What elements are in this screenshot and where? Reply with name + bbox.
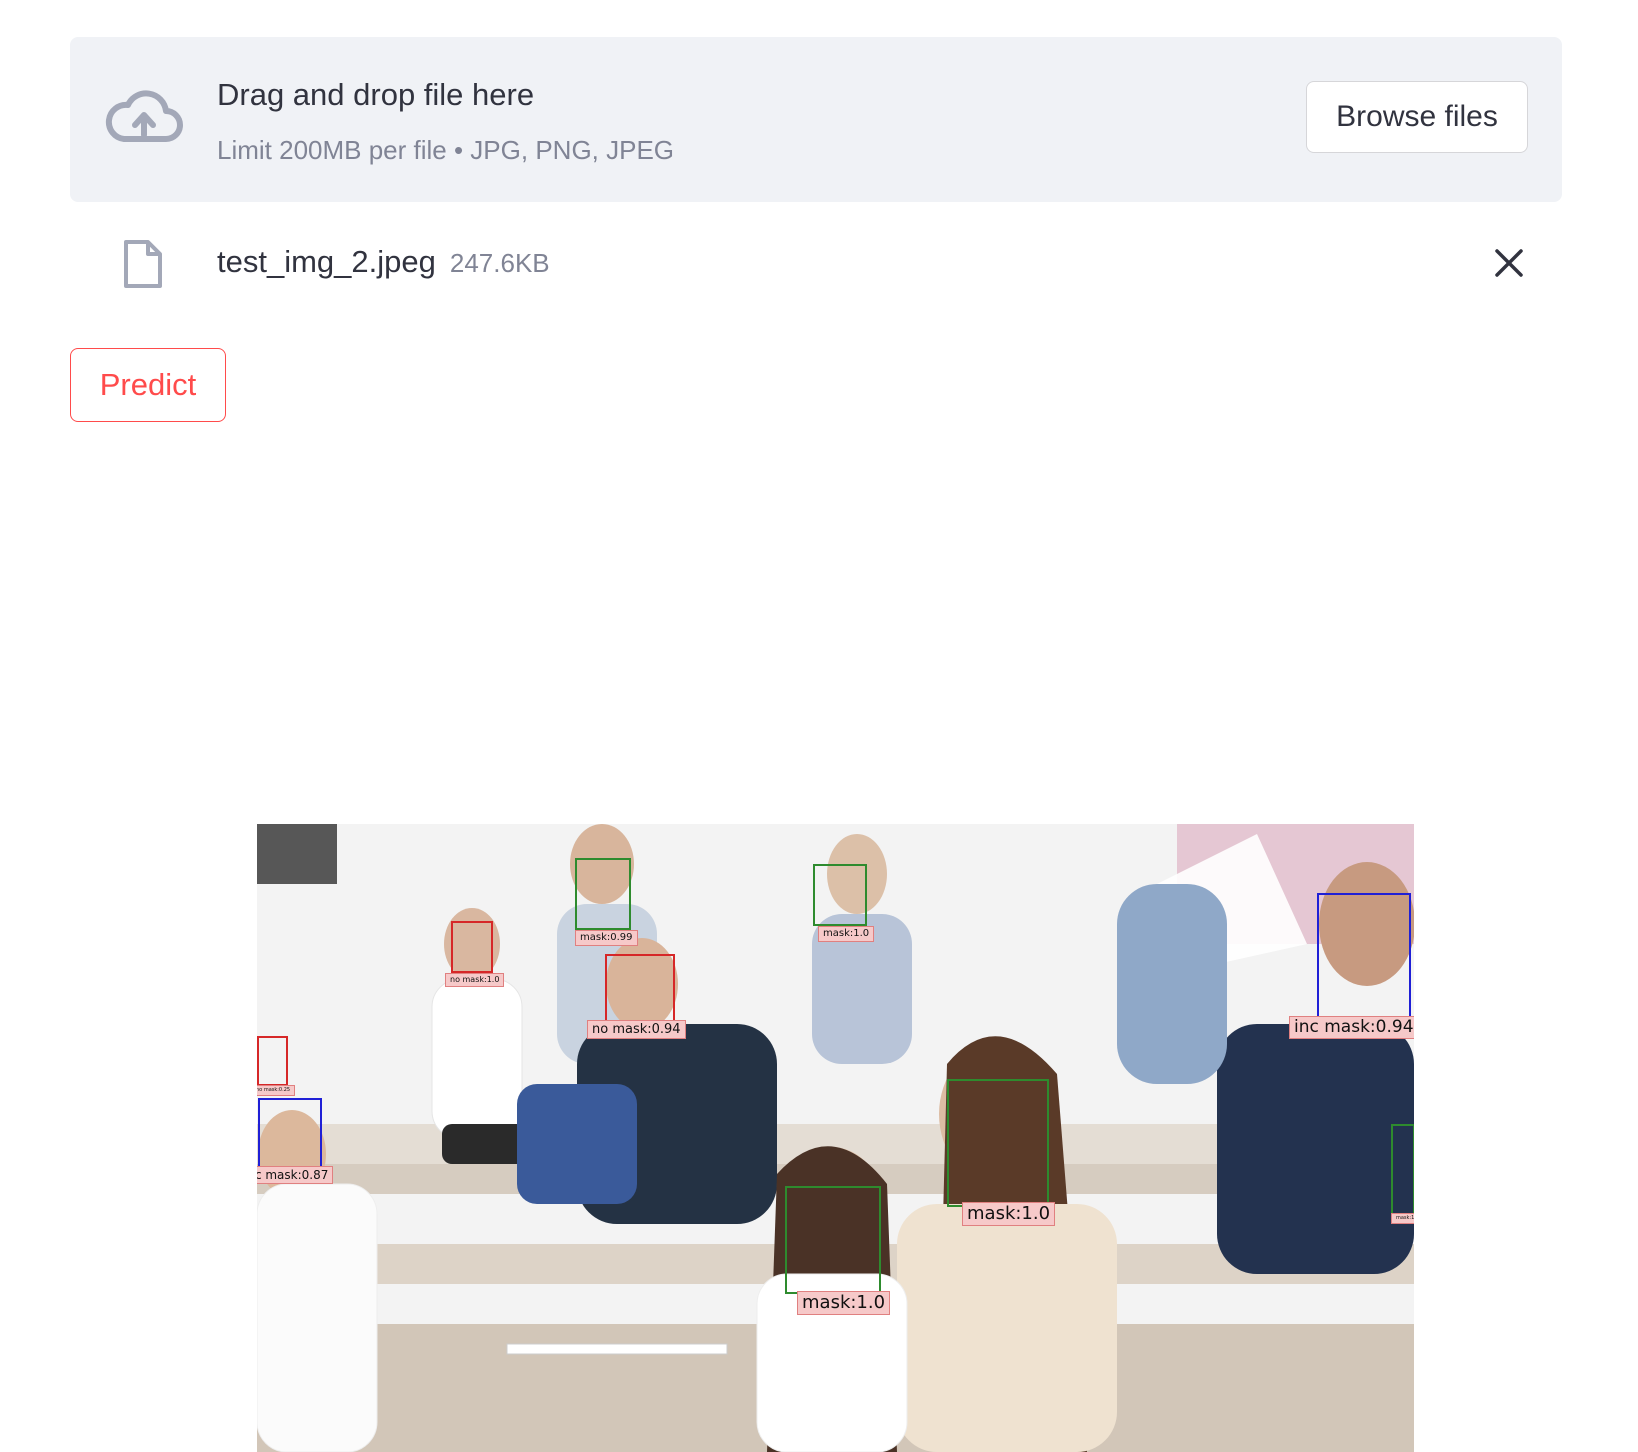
detection-box [1391, 1124, 1414, 1216]
detection-label: inc mask:0.94 [1289, 1016, 1414, 1039]
detection-box [575, 858, 631, 930]
file-name-text: test_img_2.jpeg [217, 244, 436, 279]
detection-box [257, 1036, 288, 1086]
prediction-result-image: mask:0.99 mask:1.0 no mask:1.0 no mask:0… [257, 824, 1414, 1452]
cloud-upload-icon [105, 90, 183, 142]
file-size: 247.6KB [449, 248, 550, 278]
detection-box [1317, 893, 1411, 1019]
detection-label: no mask:0.94 [587, 1020, 686, 1039]
detection-label: mask:1.0 [818, 926, 875, 942]
detection-box [451, 921, 493, 973]
dropzone-limits: Limit 200MB per file • JPG, PNG, JPEG [217, 135, 675, 165]
detection-label: mask:1.0 [962, 1202, 1056, 1226]
file-icon [124, 240, 162, 288]
detection-box [258, 1098, 322, 1168]
close-icon[interactable] [1488, 242, 1530, 284]
detection-box [605, 954, 675, 1024]
browse-files-button[interactable]: Browse files [1306, 81, 1528, 153]
detection-label: mask:0.99 [575, 930, 638, 946]
detection-label: no mask:1.0 [445, 973, 505, 987]
detection-label: inc mask:0.87 [257, 1166, 334, 1184]
detection-label: no mask:0.25 [257, 1085, 296, 1096]
detection-box [813, 864, 867, 926]
file-dropzone[interactable]: Drag and drop file here Limit 200MB per … [70, 37, 1562, 202]
detection-label: mask:1.0 [1391, 1213, 1414, 1224]
uploaded-file-item: test_img_2.jpeg 247.6KB [70, 232, 1562, 302]
detection-label: mask:1.0 [797, 1291, 891, 1315]
predict-button[interactable]: Predict [70, 348, 226, 422]
detection-box [785, 1186, 881, 1294]
detection-box [947, 1079, 1049, 1207]
file-name: test_img_2.jpeg 247.6KB [217, 244, 550, 280]
dropzone-title: Drag and drop file here [217, 77, 535, 112]
